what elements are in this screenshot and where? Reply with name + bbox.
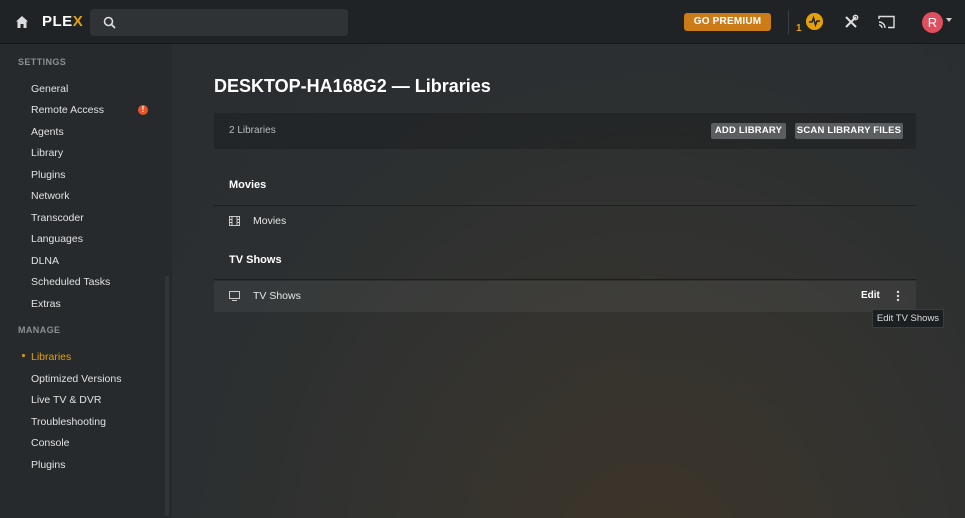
home-icon[interactable] bbox=[14, 14, 30, 30]
search-bar[interactable] bbox=[90, 9, 348, 36]
chevron-down-icon[interactable] bbox=[946, 18, 952, 22]
library-name[interactable]: TV Shows bbox=[253, 290, 301, 302]
divider bbox=[214, 279, 916, 280]
activity-icon[interactable] bbox=[806, 13, 823, 30]
settings-sidebar: SETTINGS General Remote Access ! Agents … bbox=[0, 44, 172, 518]
add-library-button[interactable]: ADD LIBRARY bbox=[711, 123, 786, 139]
sidebar-item-extras[interactable]: Extras bbox=[31, 298, 61, 310]
sidebar-item-languages[interactable]: Languages bbox=[31, 233, 83, 245]
divider bbox=[788, 10, 789, 34]
library-name[interactable]: Movies bbox=[253, 215, 286, 227]
search-input[interactable] bbox=[124, 9, 344, 36]
sidebar-item-troubleshooting[interactable]: Troubleshooting bbox=[31, 416, 106, 428]
plex-logo[interactable]: PLEX bbox=[42, 13, 83, 30]
settings-section-title: SETTINGS bbox=[18, 57, 67, 67]
sidebar-item-manage-plugins[interactable]: Plugins bbox=[31, 459, 65, 471]
sidebar-item-library[interactable]: Library bbox=[31, 147, 63, 159]
settings-tools-icon[interactable] bbox=[843, 14, 859, 30]
top-bar: PLEX GO PREMIUM 1 R bbox=[0, 0, 965, 44]
sidebar-item-remote-access[interactable]: Remote Access bbox=[31, 104, 104, 116]
avatar[interactable]: R bbox=[922, 12, 943, 33]
page-title: DESKTOP-HA168G2 — Libraries bbox=[214, 76, 491, 96]
library-row-movies[interactable]: Movies bbox=[214, 206, 916, 237]
warning-icon: ! bbox=[138, 105, 148, 115]
activity-count: 1 bbox=[796, 23, 802, 34]
manage-section-title: MANAGE bbox=[18, 325, 61, 335]
library-count: 2 Libraries bbox=[229, 125, 276, 136]
search-icon bbox=[103, 16, 116, 29]
active-indicator bbox=[22, 354, 25, 357]
scan-library-files-button[interactable]: SCAN LIBRARY FILES bbox=[795, 123, 903, 139]
edit-button[interactable]: Edit bbox=[861, 290, 880, 301]
sidebar-item-agents[interactable]: Agents bbox=[31, 126, 64, 138]
library-row-tv-shows[interactable]: TV Shows Edit bbox=[214, 281, 916, 312]
go-premium-button[interactable]: GO PREMIUM bbox=[684, 13, 771, 31]
group-header-movies: Movies bbox=[229, 179, 267, 191]
more-options-icon[interactable] bbox=[896, 290, 900, 302]
sidebar-item-dlna[interactable]: DLNA bbox=[31, 255, 59, 267]
sidebar-item-optimized-versions[interactable]: Optimized Versions bbox=[31, 373, 121, 385]
sidebar-item-console[interactable]: Console bbox=[31, 437, 70, 449]
sidebar-item-general[interactable]: General bbox=[31, 83, 68, 95]
tooltip: Edit TV Shows bbox=[872, 309, 944, 328]
film-icon bbox=[229, 216, 240, 226]
sidebar-item-scheduled-tasks[interactable]: Scheduled Tasks bbox=[31, 276, 110, 288]
main-content: DESKTOP-HA168G2 — Libraries 2 Libraries … bbox=[172, 44, 965, 518]
sidebar-item-libraries[interactable]: Libraries bbox=[31, 351, 71, 363]
group-header-tv-shows: TV Shows bbox=[229, 254, 282, 266]
tv-icon bbox=[229, 291, 240, 301]
sidebar-item-plugins[interactable]: Plugins bbox=[31, 169, 65, 181]
sidebar-item-transcoder[interactable]: Transcoder bbox=[31, 212, 84, 224]
sidebar-item-network[interactable]: Network bbox=[31, 190, 70, 202]
cast-icon[interactable] bbox=[878, 15, 895, 29]
sidebar-scrollbar[interactable] bbox=[165, 276, 169, 516]
libraries-toolbar: 2 Libraries ADD LIBRARY SCAN LIBRARY FIL… bbox=[214, 113, 916, 149]
sidebar-item-live-tv-dvr[interactable]: Live TV & DVR bbox=[31, 394, 101, 406]
